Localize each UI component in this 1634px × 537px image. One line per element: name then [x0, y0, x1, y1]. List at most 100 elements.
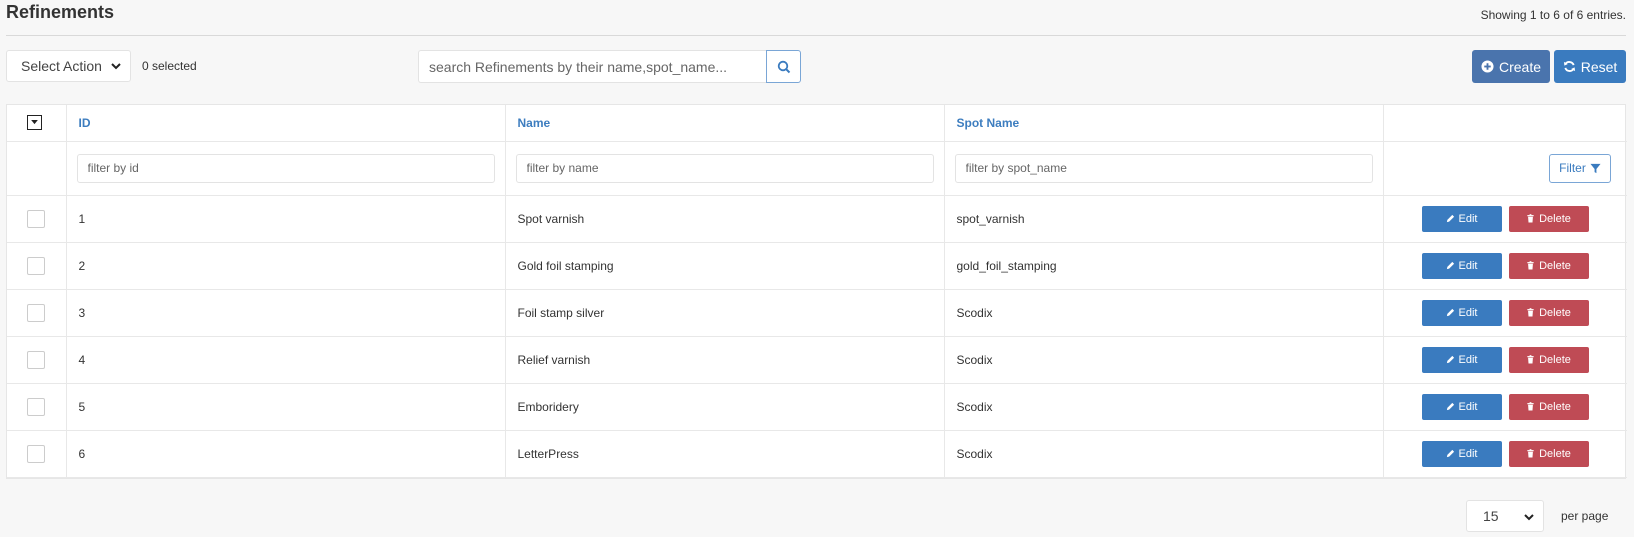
- search-button[interactable]: [766, 50, 801, 83]
- edit-label: Edit: [1458, 259, 1478, 272]
- delete-button[interactable]: Delete: [1508, 205, 1589, 232]
- chevron-down-icon: [110, 60, 122, 72]
- bulk-action-select[interactable]: Select Action: [6, 50, 131, 82]
- edit-label: Edit: [1458, 353, 1478, 366]
- cell-id: 6: [66, 430, 506, 478]
- pencil-icon: [1446, 449, 1455, 458]
- chevron-down-icon: [1523, 511, 1535, 523]
- delete-button[interactable]: Delete: [1508, 299, 1589, 326]
- edit-button[interactable]: Edit: [1421, 393, 1502, 420]
- plus-circle-icon: [1481, 60, 1494, 73]
- cell-name: Relief varnish: [505, 336, 945, 384]
- row-select-cell: [7, 383, 67, 431]
- filter-spot-name-input[interactable]: [954, 153, 1373, 183]
- filter-row: Filter: [7, 141, 1627, 196]
- reset-button[interactable]: Reset: [1554, 50, 1626, 83]
- row-select-cell: [7, 289, 67, 337]
- cell-spot-name: Scodix: [944, 336, 1384, 384]
- cell-name: Spot varnish: [505, 195, 945, 243]
- row-select-cell: [7, 430, 67, 478]
- row-checkbox[interactable]: [27, 350, 45, 369]
- cell-actions: Edit Delete: [1383, 289, 1627, 337]
- per-page-select[interactable]: 15: [1466, 500, 1544, 532]
- search-bar: [418, 50, 801, 83]
- filter-name-input[interactable]: [515, 153, 934, 183]
- column-header-id[interactable]: ID: [66, 105, 506, 142]
- per-page-value: 15: [1483, 508, 1499, 524]
- table-row: 5 Emboridery Scodix Edit Delete: [7, 383, 1627, 431]
- column-header-actions: [1383, 105, 1627, 142]
- delete-label: Delete: [1539, 212, 1571, 225]
- delete-button[interactable]: Delete: [1508, 440, 1589, 467]
- delete-label: Delete: [1539, 306, 1571, 319]
- pencil-icon: [1446, 355, 1455, 364]
- cell-spot-name: gold_foil_stamping: [944, 242, 1384, 290]
- edit-button[interactable]: Edit: [1421, 299, 1502, 326]
- select-all-dropdown[interactable]: [27, 115, 42, 131]
- filter-cell-name: [505, 141, 945, 196]
- row-checkbox[interactable]: [27, 397, 45, 416]
- filter-cell-empty: [7, 141, 67, 196]
- cell-actions: Edit Delete: [1383, 195, 1627, 243]
- column-header-name[interactable]: Name: [505, 105, 945, 142]
- edit-button[interactable]: Edit: [1421, 440, 1502, 467]
- row-checkbox[interactable]: [27, 209, 45, 228]
- cell-id: 4: [66, 336, 506, 384]
- row-checkbox[interactable]: [27, 256, 45, 275]
- entries-info: Showing 1 to 6 of 6 entries.: [1480, 8, 1626, 22]
- cell-name: Emboridery: [505, 383, 945, 431]
- table-header-row: ID Name Spot Name: [7, 105, 1627, 142]
- row-checkbox[interactable]: [27, 303, 45, 322]
- bulk-action-label: Select Action: [21, 58, 102, 74]
- filter-label: Filter: [1559, 161, 1586, 175]
- cell-id: 2: [66, 242, 506, 290]
- cell-id: 5: [66, 383, 506, 431]
- search-icon: [777, 60, 791, 74]
- table-row: 4 Relief varnish Scodix Edit Delete: [7, 336, 1627, 384]
- filter-cell-id: [66, 141, 506, 196]
- create-button[interactable]: Create: [1472, 50, 1550, 83]
- table-row: 1 Spot varnish spot_varnish Edit Delete: [7, 195, 1627, 243]
- row-select-cell: [7, 242, 67, 290]
- trash-icon: [1526, 308, 1535, 317]
- edit-button[interactable]: Edit: [1421, 252, 1502, 279]
- selected-count: 0 selected: [142, 59, 197, 73]
- cell-actions: Edit Delete: [1383, 242, 1627, 290]
- cell-spot-name: Scodix: [944, 430, 1384, 478]
- column-header-spot-name[interactable]: Spot Name: [944, 105, 1384, 142]
- edit-button[interactable]: Edit: [1421, 346, 1502, 373]
- edit-label: Edit: [1458, 212, 1478, 225]
- cell-name: Gold foil stamping: [505, 242, 945, 290]
- delete-button[interactable]: Delete: [1508, 252, 1589, 279]
- delete-button[interactable]: Delete: [1508, 393, 1589, 420]
- cell-spot-name: spot_varnish: [944, 195, 1384, 243]
- cell-actions: Edit Delete: [1383, 336, 1627, 384]
- delete-button[interactable]: Delete: [1508, 346, 1589, 373]
- edit-label: Edit: [1458, 400, 1478, 413]
- create-label: Create: [1498, 58, 1542, 75]
- cell-name: Foil stamp silver: [505, 289, 945, 337]
- row-checkbox[interactable]: [27, 444, 45, 463]
- delete-label: Delete: [1539, 400, 1571, 413]
- cell-id: 1: [66, 195, 506, 243]
- pencil-icon: [1446, 308, 1455, 317]
- per-page-label: per page: [1561, 509, 1609, 523]
- refresh-icon: [1563, 60, 1576, 73]
- cell-name: LetterPress: [505, 430, 945, 478]
- title-divider: [6, 35, 1626, 36]
- filter-id-input[interactable]: [76, 153, 495, 183]
- edit-button[interactable]: Edit: [1421, 205, 1502, 232]
- trash-icon: [1526, 355, 1535, 364]
- filter-button[interactable]: Filter: [1549, 153, 1611, 183]
- edit-label: Edit: [1458, 447, 1478, 460]
- cell-actions: Edit Delete: [1383, 430, 1627, 478]
- trash-icon: [1526, 402, 1535, 411]
- row-select-cell: [7, 195, 67, 243]
- trash-icon: [1526, 449, 1535, 458]
- edit-label: Edit: [1458, 306, 1478, 319]
- cell-actions: Edit Delete: [1383, 383, 1627, 431]
- pencil-icon: [1446, 214, 1455, 223]
- refinements-table: ID Name Spot Name Filter: [6, 104, 1627, 479]
- trash-icon: [1526, 214, 1535, 223]
- search-input[interactable]: [418, 50, 766, 83]
